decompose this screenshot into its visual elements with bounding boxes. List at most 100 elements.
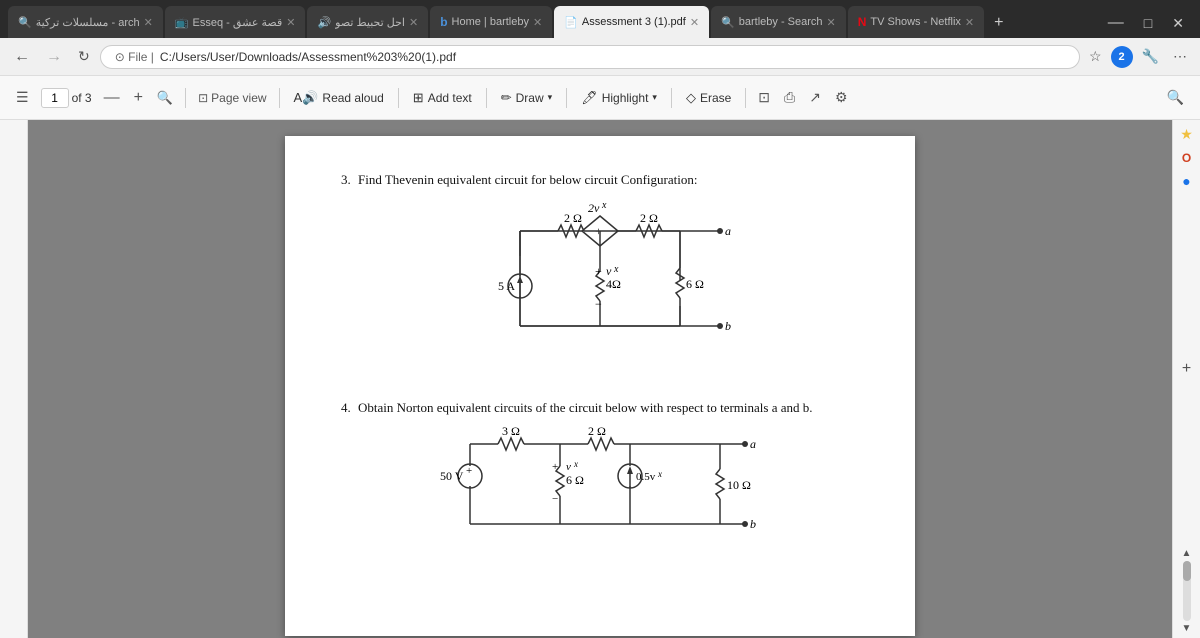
tab-5[interactable]: 📄 Assessment 3 (1).pdf ✕ [554, 6, 709, 38]
circuit-3-diagram: 2v x + [341, 196, 859, 376]
address-bar[interactable]: ⊙ File | C:/Users/User/Downloads/Assessm… [100, 45, 1080, 69]
settings-button[interactable]: ⚙ [829, 85, 854, 110]
tab-4[interactable]: b Home | bartleby ✕ [430, 6, 552, 38]
star-icon[interactable]: ★ [1180, 126, 1193, 143]
tab-5-close[interactable]: ✕ [690, 16, 699, 29]
read-aloud-button[interactable]: A🔊 Read aloud [286, 86, 392, 110]
svg-text:2 Ω: 2 Ω [588, 424, 606, 438]
question-3-text: 3. Find Thevenin equivalent circuit for … [341, 172, 859, 188]
page-number-input[interactable] [41, 88, 69, 108]
toolbar-divider-4 [486, 88, 487, 108]
toolbar-divider-2 [279, 88, 280, 108]
svg-text:x: x [601, 200, 607, 211]
toolbar-divider-1 [185, 88, 186, 108]
svg-text:+: + [552, 461, 558, 473]
draw-chevron: ▾ [548, 92, 553, 103]
svg-text:a: a [725, 224, 731, 238]
main-area: 3. Find Thevenin equivalent circuit for … [0, 120, 1200, 638]
add-sidebar-icon[interactable]: + [1182, 360, 1191, 378]
zoom-out-button[interactable]: — [98, 86, 126, 110]
svg-text:+: + [466, 465, 472, 477]
office-icon[interactable]: O [1182, 151, 1191, 165]
tab-6-close[interactable]: ✕ [827, 16, 836, 29]
svg-text:6 Ω: 6 Ω [566, 473, 584, 487]
scrollbar-thumb[interactable] [1183, 561, 1191, 581]
svg-text:2 Ω: 2 Ω [640, 211, 658, 225]
profile-badge[interactable]: 2 [1111, 46, 1133, 68]
reload-button[interactable]: ↻ [72, 45, 96, 68]
erase-label: Erase [700, 91, 731, 105]
add-text-button[interactable]: ⊞ Add text [405, 86, 480, 110]
share-button[interactable]: ↗ [803, 85, 827, 110]
svg-text:2 Ω: 2 Ω [564, 211, 582, 225]
svg-text:−: − [552, 493, 558, 505]
tab-6[interactable]: 🔍 bartleby - Search ✕ [711, 6, 846, 38]
svg-text:x: x [573, 459, 578, 469]
new-tab-button[interactable]: + [986, 10, 1011, 36]
question-4: 4. Obtain Norton equivalent circuits of … [341, 400, 859, 544]
maximize-button[interactable]: □ [1136, 13, 1160, 33]
svg-text:x: x [657, 469, 662, 479]
tab-7-close[interactable]: ✕ [965, 16, 974, 29]
highlight-button[interactable]: 🖊 Highlight ▾ [573, 86, 665, 110]
svg-text:a: a [750, 437, 756, 451]
tab-1[interactable]: 🔍 مسلسلات تركية - arch ✕ [8, 6, 163, 38]
scroll-down-icon[interactable]: ▼ [1182, 623, 1192, 634]
tab-7[interactable]: N TV Shows - Netflix ✕ [848, 6, 984, 38]
favorite-icon[interactable]: ☆ [1084, 45, 1107, 68]
draw-label: Draw [516, 91, 544, 105]
svg-text:+: + [595, 264, 602, 278]
address-bar-row: ← → ↻ ⊙ File | C:/Users/User/Downloads/A… [0, 38, 1200, 76]
tab-3[interactable]: 🔊 احل تحبيط تصو ✕ [307, 6, 428, 38]
scrollbar-track[interactable] [1183, 561, 1191, 621]
close-button[interactable]: ✕ [1164, 13, 1192, 34]
fit-page-icon: ⊡ [198, 91, 208, 105]
read-aloud-label: Read aloud [322, 91, 383, 105]
page-nav: of 3 [41, 88, 92, 108]
question-3: 3. Find Thevenin equivalent circuit for … [341, 172, 859, 376]
zoom-in-button[interactable]: + [128, 86, 149, 110]
back-button[interactable]: ← [8, 45, 36, 69]
fit-page-label: Page view [211, 91, 266, 105]
toolbar-divider-3 [398, 88, 399, 108]
draw-button[interactable]: ✏ Draw ▾ [493, 86, 560, 110]
zoom-search-button[interactable]: 🔍 [151, 87, 179, 109]
pdf-toolbar: ☰ of 3 — + 🔍 ⊡ Page view A🔊 Read aloud ⊞… [0, 76, 1200, 120]
tab-1-label: مسلسلات تركية - arch [36, 16, 140, 29]
right-sidebar: ★ O ● + ▲ ▼ [1172, 120, 1200, 638]
search-pdf-button[interactable]: 🔍 [1161, 85, 1190, 110]
question-4-number: 4. [341, 400, 351, 415]
svg-text:−: − [595, 297, 602, 311]
tab-2-close[interactable]: ✕ [286, 16, 295, 29]
tab-2[interactable]: 📺 Esseq - قصة عشق ✕ [165, 6, 306, 38]
tab-1-close[interactable]: ✕ [144, 16, 153, 29]
question-3-number: 3. [341, 172, 351, 187]
svg-text:0.5v: 0.5v [636, 471, 656, 483]
extensions-icon[interactable]: 🔧 [1137, 45, 1164, 68]
tab-3-label: احل تحبيط تصو [335, 16, 405, 29]
browser-toolbar-icons: ☆ 2 🔧 ⋯ [1084, 45, 1192, 68]
toolbar-divider-5 [566, 88, 567, 108]
tab-2-favicon: 📺 [175, 16, 189, 29]
svg-text:50 V: 50 V [440, 469, 464, 483]
print-button[interactable]: ⎙ [778, 85, 801, 110]
tab-4-close[interactable]: ✕ [533, 16, 542, 29]
svg-text:5 A: 5 A [498, 279, 515, 293]
scroll-up-icon[interactable]: ▲ [1182, 548, 1192, 559]
erase-button[interactable]: ◇ Erase [678, 86, 739, 110]
tab-3-close[interactable]: ✕ [409, 16, 418, 29]
tab-7-label: TV Shows - Netflix [870, 16, 960, 28]
svg-text:x: x [613, 264, 619, 275]
add-text-icon: ⊞ [413, 90, 424, 106]
sidebar-toggle-button[interactable]: ☰ [10, 85, 35, 110]
circle-icon[interactable]: ● [1182, 173, 1190, 189]
address-file-label: ⊙ File | [115, 50, 154, 64]
svg-text:v: v [606, 264, 612, 278]
pdf-viewport[interactable]: 3. Find Thevenin equivalent circuit for … [28, 120, 1172, 638]
minimize-button[interactable]: — [1100, 12, 1132, 34]
browser-menu-icon[interactable]: ⋯ [1168, 45, 1192, 68]
fit-page-button[interactable]: ⊡ Page view [192, 87, 272, 109]
forward-button[interactable]: → [40, 45, 68, 69]
copy-button[interactable]: ⊡ [752, 85, 776, 110]
draw-icon: ✏ [501, 90, 512, 106]
